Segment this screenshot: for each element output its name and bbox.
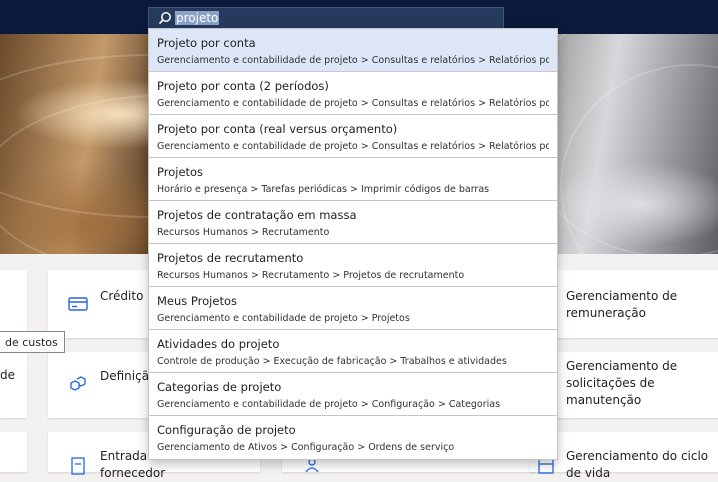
result-title: Meus Projetos <box>157 294 237 308</box>
result-path: Gerenciamento e contabilidade de projeto… <box>157 98 549 109</box>
search-box[interactable]: projeto <box>148 7 504 29</box>
search-icon <box>158 12 171 25</box>
result-path: Recursos Humanos > Recrutamento <box>157 227 330 238</box>
result-title: Projeto por conta <box>157 36 256 50</box>
result-item[interactable]: Projeto por conta (2 períodos) Gerenciam… <box>149 72 557 115</box>
result-path: Gerenciamento e contabilidade de projeto… <box>157 399 501 410</box>
tooltip: de custos <box>0 331 65 353</box>
result-item[interactable]: Projetos de contratação em massa Recurso… <box>149 201 557 244</box>
tile-left-3[interactable] <box>0 432 27 472</box>
tile-remuneracao-label: Gerenciamento de remuneração <box>566 289 678 320</box>
search-input[interactable]: projeto <box>175 11 220 25</box>
result-title: Projetos de recrutamento <box>157 251 304 265</box>
result-item[interactable]: Categorias de projeto Gerenciamento e co… <box>149 373 557 416</box>
result-title: Atividades do projeto <box>157 337 280 351</box>
cubes-icon <box>70 376 86 391</box>
tile-left-2-label: de <box>0 368 15 382</box>
result-item[interactable]: Meus Projetos Gerenciamento e contabilid… <box>149 287 557 330</box>
result-item[interactable]: Configuração de projeto Gerenciamento de… <box>149 416 557 459</box>
credit-card-icon <box>68 297 88 311</box>
result-path: Gerenciamento e contabilidade de projeto… <box>157 141 549 152</box>
result-path: Gerenciamento de Ativos > Configuração >… <box>157 442 455 453</box>
result-item[interactable]: Projetos de recrutamento Recursos Humano… <box>149 244 557 287</box>
tile-ciclo-label: Gerenciamento do ciclo de vida <box>566 449 709 480</box>
result-path: Recursos Humanos > Recrutamento > Projet… <box>157 270 465 281</box>
tile-remuneracao[interactable]: Gerenciamento de remuneração <box>554 270 718 338</box>
tile-left-2[interactable]: de <box>0 352 27 418</box>
result-path: Horário e presença > Tarefas periódicas … <box>157 184 490 195</box>
result-path: Gerenciamento e contabilidade de projeto… <box>157 55 549 66</box>
tile-ciclo-vida[interactable]: Gerenciamento do ciclo de vida <box>530 432 718 480</box>
result-title: Configuração de projeto <box>157 423 296 437</box>
result-title: Projeto por conta (2 períodos) <box>157 79 329 93</box>
result-title: Projetos <box>157 165 204 179</box>
invoice-icon <box>71 457 85 475</box>
result-item[interactable]: Projeto por conta Gerenciamento e contab… <box>149 29 557 72</box>
tile-left-1[interactable] <box>0 270 27 338</box>
result-title: Categorias de projeto <box>157 380 282 394</box>
result-path: Gerenciamento e contabilidade de projeto… <box>157 313 410 324</box>
result-path: Controle de produção > Execução de fabri… <box>157 356 507 367</box>
tile-solicitacoes-label: Gerenciamento de solicitações de manuten… <box>566 359 678 407</box>
result-item[interactable]: Projeto por conta (real versus orçamento… <box>149 115 557 158</box>
result-title: Projeto por conta (real versus orçamento… <box>157 122 398 136</box>
tile-solicitacoes-manutencao[interactable]: Gerenciamento de solicitações de manuten… <box>554 352 718 418</box>
result-item[interactable]: Atividades do projeto Controle de produç… <box>149 330 557 373</box>
result-title: Projetos de contratação em massa <box>157 208 357 222</box>
search-results-dropdown: Projeto por conta Gerenciamento e contab… <box>148 28 558 460</box>
result-item[interactable]: Projetos Horário e presença > Tarefas pe… <box>149 158 557 201</box>
